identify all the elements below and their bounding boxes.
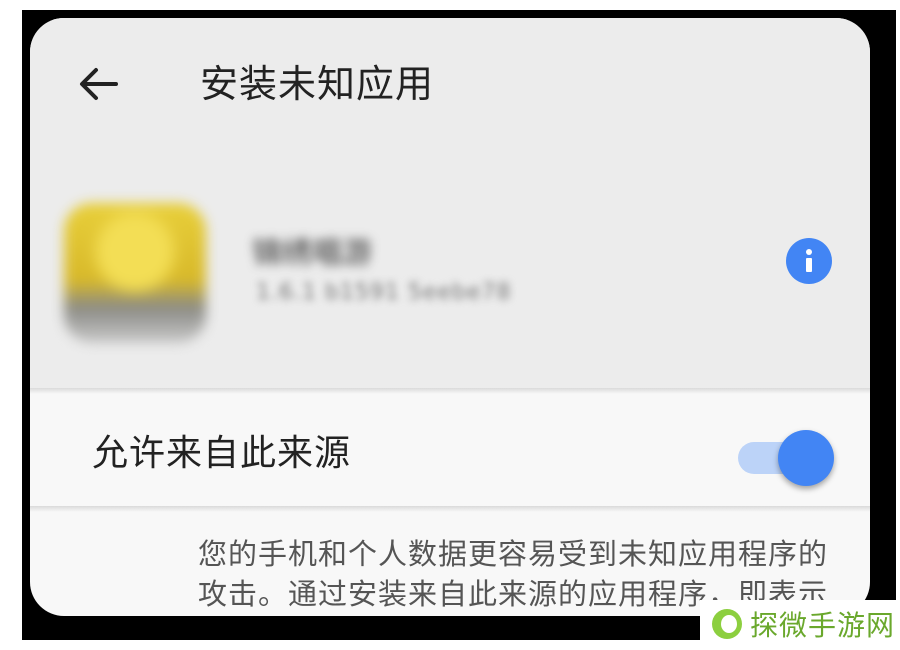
allow-source-switch[interactable]	[738, 430, 834, 486]
leaf-logo-icon	[712, 609, 742, 639]
allow-source-row[interactable]: 允许来自此来源	[30, 394, 870, 504]
app-version: 1.6.1 b1591 5eebe78	[256, 280, 512, 305]
arrow-left-icon	[80, 68, 118, 100]
info-icon	[806, 249, 812, 272]
site-watermark: 探微手游网	[700, 600, 896, 648]
watermark-text: 探微手游网	[750, 609, 896, 642]
allow-source-label: 允许来自此来源	[92, 433, 352, 474]
settings-screen: 安装未知应用 锦绣唱游 1.6.1 b1591 5eebe78 允许来自此来源 …	[30, 18, 870, 616]
app-name: 锦绣唱游	[252, 236, 372, 271]
section-divider-2	[30, 506, 870, 512]
switch-thumb[interactable]	[778, 430, 834, 486]
app-icon	[64, 203, 206, 343]
app-info-button[interactable]	[786, 238, 832, 284]
page-title: 安装未知应用	[200, 62, 435, 106]
back-button[interactable]	[74, 60, 122, 108]
app-header: 安装未知应用 锦绣唱游 1.6.1 b1591 5eebe78	[30, 18, 870, 388]
